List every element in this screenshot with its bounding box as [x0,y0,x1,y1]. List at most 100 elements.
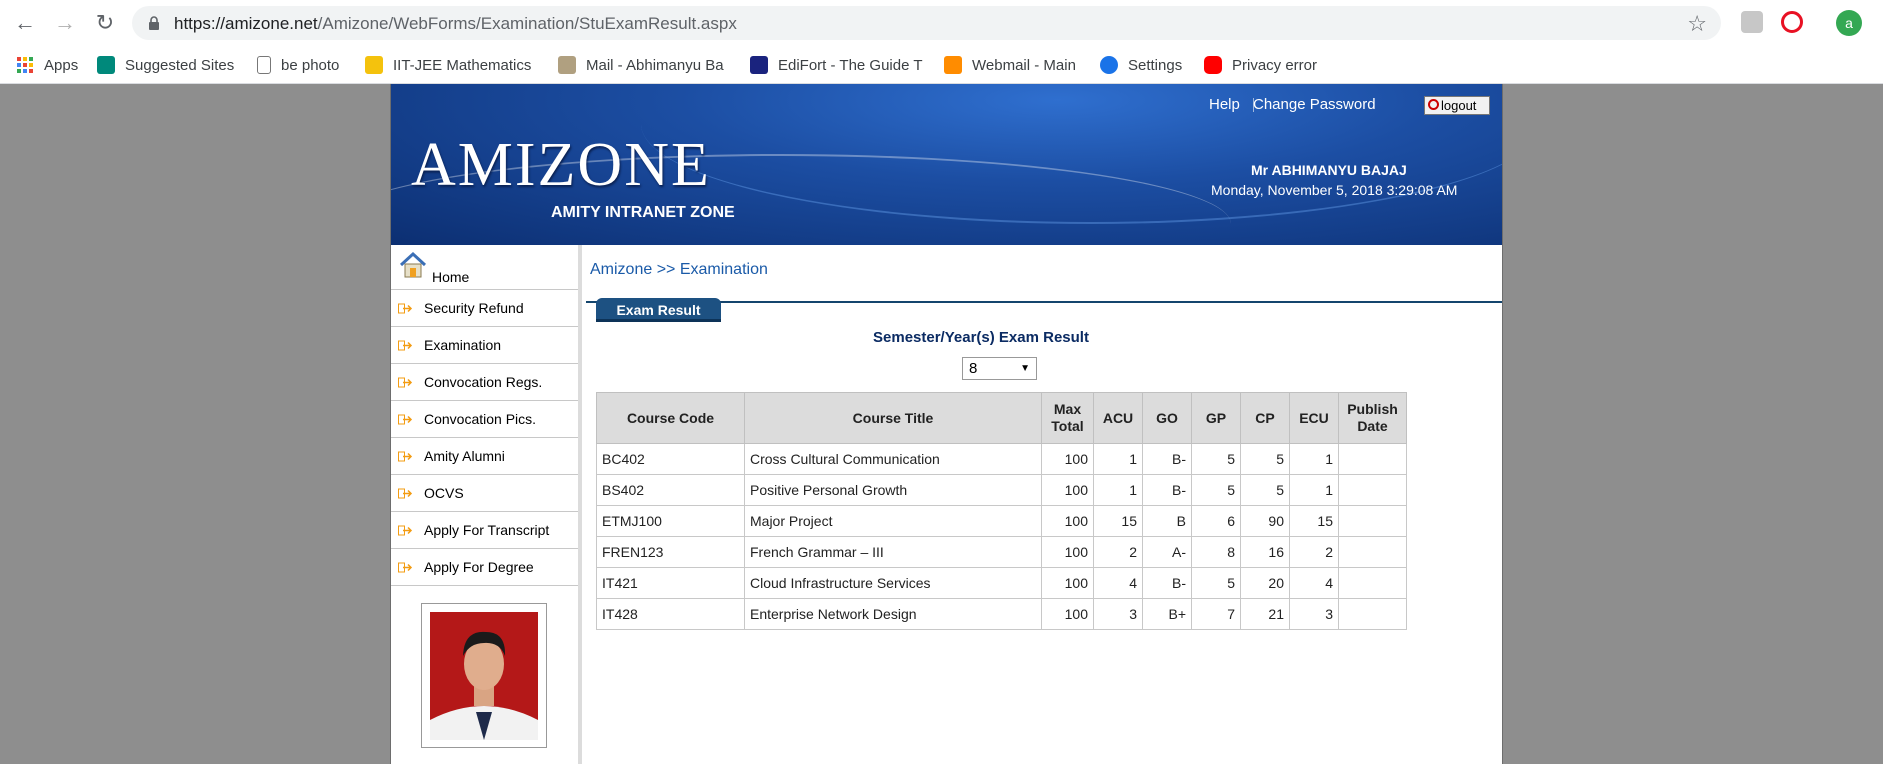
arrow-icon [398,340,413,351]
bookmark-apps[interactable]: Apps [16,54,78,76]
cp: 90 [1240,505,1290,537]
course-code: IT421 [596,567,745,599]
page-icon [257,56,271,74]
bookmark-privacy-error[interactable]: Privacy error [1204,54,1317,76]
bookmark-webmail[interactable]: Webmail - Main [944,54,1076,76]
sidebar-item-label: Apply For Degree [424,559,534,575]
semester-selected-value: 8 [969,360,978,377]
sidebar-item-label: Examination [424,337,502,353]
arrow-icon [398,377,413,388]
column-header: ECU [1289,392,1339,444]
tab-exam-result[interactable]: Exam Result [596,298,721,322]
bookmark-label: EdiFort - The Guide T [778,56,923,74]
bookmark-label: be photo [281,56,340,74]
acu: 1 [1093,443,1143,475]
bookmark-iit-jee[interactable]: IIT-JEE Mathematics [365,54,531,76]
hd-icon [750,56,768,74]
course-code: BS402 [596,474,745,506]
extension-icon[interactable] [1741,11,1763,33]
url-host: https://amizone.net [174,14,318,33]
cpanel-icon [944,56,962,74]
logo-subtitle: AMITY INTRANET ZONE [551,204,735,221]
max-total: 100 [1041,567,1094,599]
column-header: Course Title [744,392,1042,444]
publish-date [1338,567,1407,599]
opera-extension-icon[interactable] [1781,11,1803,33]
table-row: FREN123 French Grammar – III 100 2 A- 8 … [596,536,1407,568]
address-bar[interactable]: https://amizone.net/Amizone/WebForms/Exa… [132,6,1721,40]
sidebar: Home Security Refund Examination Convoca… [391,245,582,764]
site-icon [365,56,383,74]
ecu: 15 [1289,505,1339,537]
course-code: BC402 [596,443,745,475]
reload-icon[interactable]: ↻ [92,10,118,36]
section-title: Semester/Year(s) Exam Result [873,329,1089,346]
lock-icon [149,16,159,30]
sidebar-item-label: Convocation Pics. [424,411,537,427]
max-total: 100 [1041,443,1094,475]
user-name: Mr ABHIMANYU BAJAJ [1251,162,1407,178]
column-header: Publish Date [1338,392,1407,444]
bookmark-label: Suggested Sites [125,56,235,74]
home-icon [399,251,427,278]
page-container: AMIZONE AMITY INTRANET ZONE Help Change … [390,84,1503,764]
back-arrow-icon[interactable]: ← [12,10,38,36]
acu: 4 [1093,567,1143,599]
gp: 8 [1191,536,1241,568]
sidebar-item-apply-transcript[interactable]: Apply For Transcript [391,512,578,549]
arrow-icon [398,562,413,573]
browser-toolbar: ← → ↻ https://amizone.net/Amizone/WebFor… [0,0,1883,45]
publish-date [1338,536,1407,568]
course-title: Cross Cultural Communication [744,443,1042,475]
course-title: Cloud Infrastructure Services [744,567,1042,599]
bookmark-edifort[interactable]: EdiFort - The Guide T [750,54,923,76]
go: B [1142,505,1192,537]
bookmark-suggested-sites[interactable]: Suggested Sites [97,54,234,76]
cp: 5 [1240,474,1290,506]
bookmark-label: Apps [44,56,79,74]
sidebar-item-label: Convocation Regs. [424,374,543,390]
table-row: IT421 Cloud Infrastructure Services 100 … [596,567,1407,599]
sidebar-item-home[interactable]: Home [391,245,578,290]
bing-icon [97,56,115,74]
course-code: IT428 [596,598,745,630]
ecu: 4 [1289,567,1339,599]
table-row: ETMJ100 Major Project 100 15 B 6 90 15 [596,505,1407,537]
sidebar-item-amity-alumni[interactable]: Amity Alumni [391,438,578,475]
course-title: Major Project [744,505,1042,537]
amizone-logo: AMIZONE [411,131,711,199]
arrow-icon [398,525,413,536]
ecu: 1 [1289,443,1339,475]
bookmark-mail[interactable]: Mail - Abhimanyu Ba [558,54,724,76]
sidebar-item-examination[interactable]: Examination [391,327,578,364]
profile-avatar[interactable]: a [1836,10,1862,36]
gp: 5 [1191,474,1241,506]
table-row: IT428 Enterprise Network Design 100 3 B+… [596,598,1407,630]
arrow-icon [398,303,413,314]
sidebar-item-security-refund[interactable]: Security Refund [391,290,578,327]
chevron-down-icon: ▼ [1020,363,1030,374]
bookmark-settings[interactable]: Settings [1100,54,1182,76]
logout-label: logout [1441,98,1477,113]
bookmark-be-photo[interactable]: be photo [257,54,339,76]
bookmarks-bar: Apps Suggested Sites be photo IIT-JEE Ma… [0,45,1883,84]
publish-date [1338,505,1407,537]
go: A- [1142,536,1192,568]
forward-arrow-icon[interactable]: → [52,10,78,36]
sidebar-item-convocation-pics[interactable]: Convocation Pics. [391,401,578,438]
bookmark-star-icon[interactable]: ☆ [1687,11,1707,37]
table-row: BC402 Cross Cultural Communication 100 1… [596,443,1407,475]
sidebar-item-convocation-regs[interactable]: Convocation Regs. [391,364,578,401]
semester-select[interactable]: 8 ▼ [962,357,1037,380]
go: B- [1142,474,1192,506]
sidebar-item-ocvs[interactable]: OCVS [391,475,578,512]
sidebar-item-apply-degree[interactable]: Apply For Degree [391,549,578,586]
sidebar-item-label: OCVS [424,485,464,501]
cp: 5 [1240,443,1290,475]
max-total: 100 [1041,505,1094,537]
help-link[interactable]: Help [1209,96,1240,113]
change-password-link[interactable]: Change Password [1253,96,1376,113]
go: B+ [1142,598,1192,630]
acu: 1 [1093,474,1143,506]
logout-button[interactable]: logout [1424,96,1490,115]
